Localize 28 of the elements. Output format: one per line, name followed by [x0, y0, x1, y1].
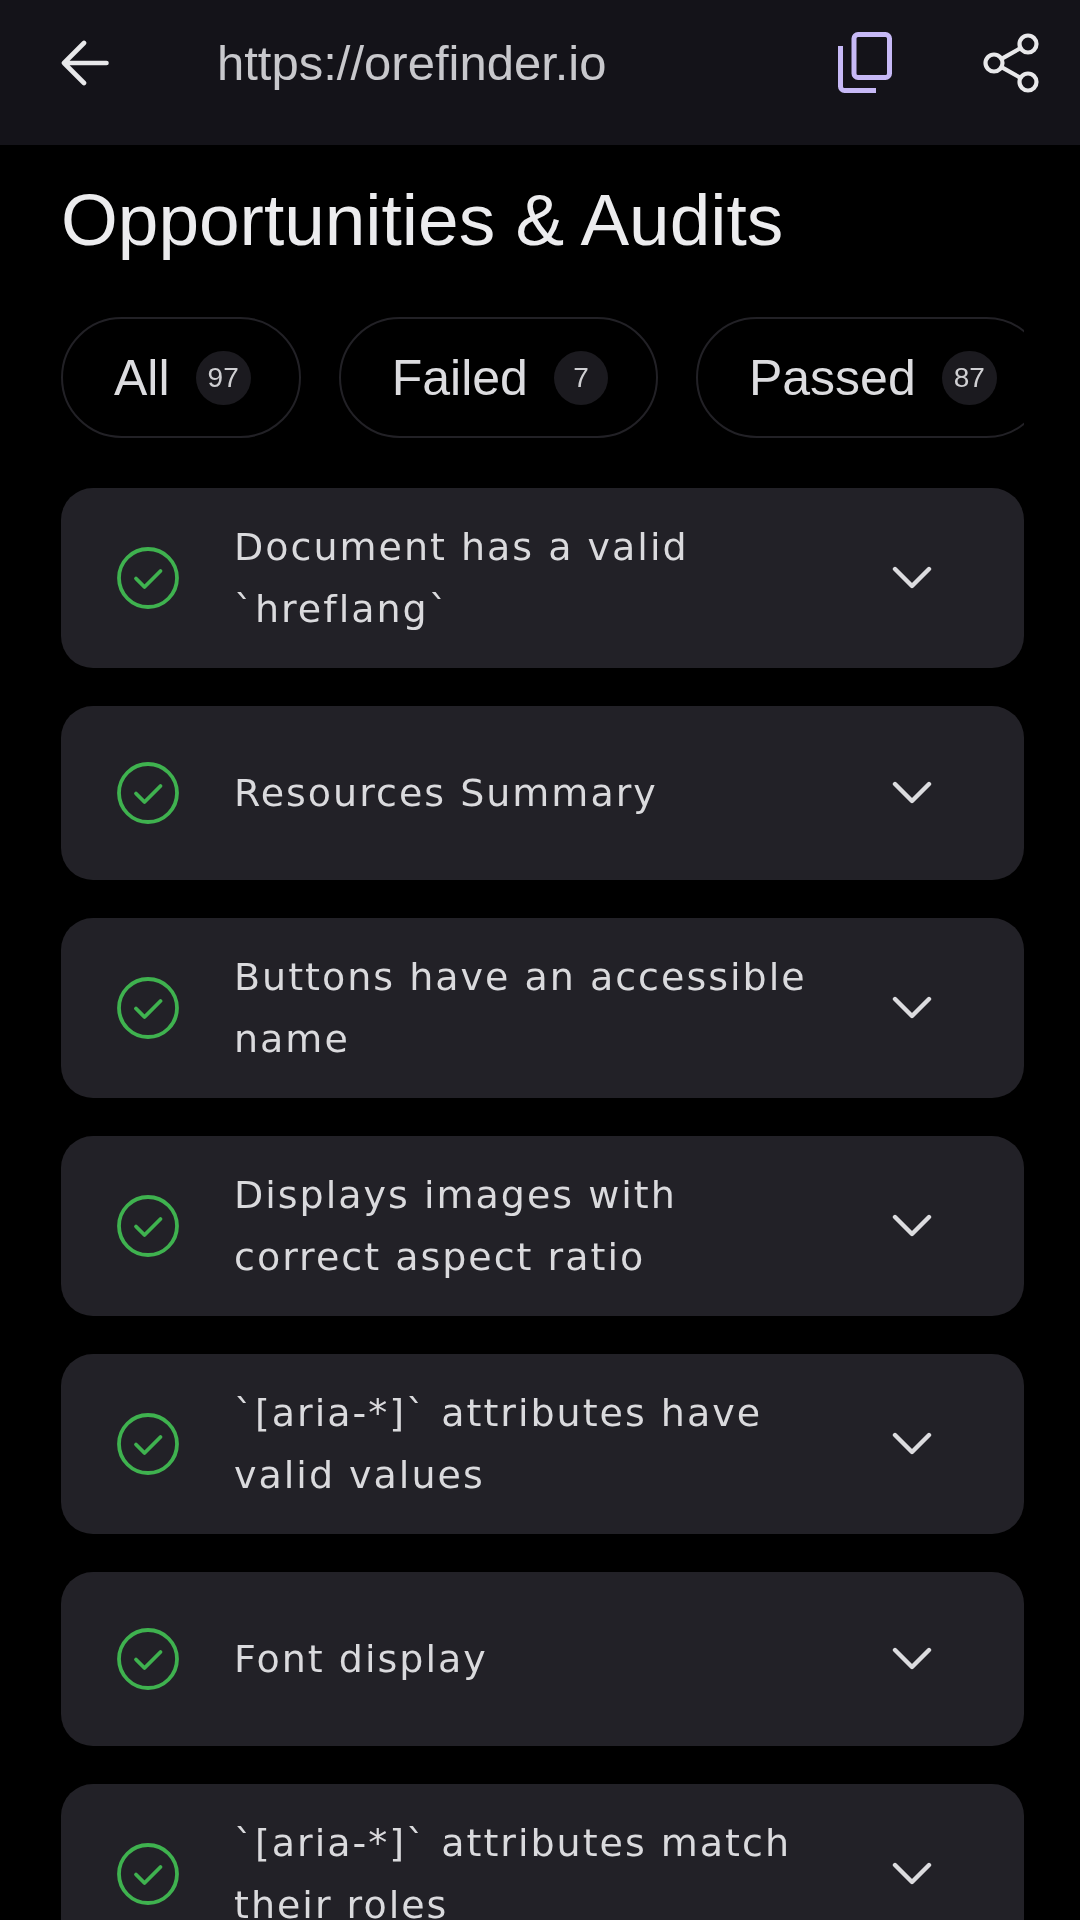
- url-text: https://orefinder.io: [217, 34, 608, 91]
- count-badge: 87: [941, 350, 997, 405]
- audit-title: Displays images with correct aspect ratio: [234, 1172, 678, 1281]
- audit-card[interactable]: `[aria-*]` attributes have valid values: [61, 1354, 1024, 1534]
- audit-title: Font display: [234, 1636, 489, 1683]
- count-badge: 7: [553, 350, 608, 405]
- share-icon: [983, 32, 1039, 93]
- audit-title: Resources Summary: [234, 770, 659, 817]
- audit-card[interactable]: Buttons have an accessible name: [61, 918, 1024, 1098]
- filter-chip[interactable]: All 97: [61, 317, 301, 438]
- audit-card[interactable]: Document has a valid `hreflang`: [61, 488, 1024, 668]
- copy-button[interactable]: [838, 32, 892, 93]
- audit-title: `[aria-*]` attributes match their roles: [234, 1820, 792, 1920]
- audit-title: Buttons have an accessible name: [234, 954, 808, 1063]
- filter-chip[interactable]: Passed 87: [695, 317, 1024, 438]
- filter-chip[interactable]: Failed 7: [338, 317, 658, 438]
- audit-title: Document has a valid `hreflang`: [234, 524, 690, 633]
- count-badge: 97: [195, 350, 251, 405]
- audit-card[interactable]: Font display: [61, 1572, 1024, 1746]
- audit-card[interactable]: `[aria-*]` attributes match their roles: [61, 1784, 1024, 1920]
- copy-icon: [838, 32, 892, 93]
- audit-title: `[aria-*]` attributes have valid values: [234, 1390, 764, 1499]
- back-button[interactable]: [61, 39, 109, 86]
- audit-card[interactable]: Displays images with correct aspect ratio: [61, 1136, 1024, 1316]
- share-button[interactable]: [983, 32, 1039, 93]
- back-arrow-icon: [61, 39, 109, 86]
- audit-card[interactable]: Resources Summary: [61, 706, 1024, 880]
- page-title: Opportunities & Audits: [61, 178, 784, 262]
